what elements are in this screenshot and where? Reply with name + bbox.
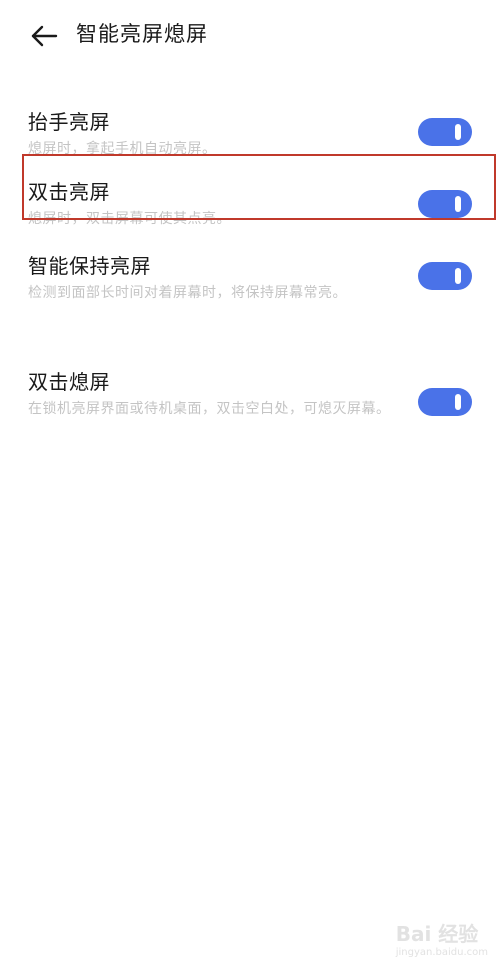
- toggle-smart-stay-awake[interactable]: [418, 262, 472, 290]
- setting-double-tap-wake: 双击亮屏 熄屏时，双击屏幕可使其点亮。: [0, 178, 500, 238]
- toggle-knob: [455, 268, 461, 284]
- watermark: Bai 经验 jingyan.baidu.com: [396, 918, 488, 958]
- setting-double-tap-sleep: 双击熄屏 在锁机亮屏界面或待机桌面，双击空白处，可熄灭屏幕。: [0, 368, 500, 448]
- toggle-raise-to-wake[interactable]: [418, 118, 472, 146]
- setting-raise-to-wake: 抬手亮屏 熄屏时，拿起手机自动亮屏。: [0, 108, 500, 168]
- watermark-main: Bai 经验: [395, 922, 479, 946]
- toggle-knob: [455, 124, 461, 140]
- setting-description: 熄屏时，拿起手机自动亮屏。: [28, 141, 217, 157]
- setting-description: 在锁机亮屏界面或待机桌面，双击空白处，可熄灭屏幕。: [28, 401, 391, 417]
- back-arrow-icon[interactable]: [28, 20, 60, 52]
- header: 智能亮屏熄屏: [0, 0, 500, 70]
- toggle-knob: [455, 196, 461, 212]
- setting-title: 双击亮屏: [28, 180, 110, 204]
- setting-description: 检测到面部长时间对着屏幕时，将保持屏幕常亮。: [28, 285, 347, 301]
- setting-smart-stay-awake: 智能保持亮屏 检测到面部长时间对着屏幕时，将保持屏幕常亮。: [0, 252, 500, 312]
- toggle-knob: [455, 394, 461, 410]
- watermark-sub: jingyan.baidu.com: [395, 947, 488, 958]
- setting-title: 智能保持亮屏: [28, 254, 151, 278]
- setting-title: 抬手亮屏: [28, 110, 110, 134]
- page-title: 智能亮屏熄屏: [76, 22, 208, 46]
- toggle-double-tap-sleep[interactable]: [418, 388, 472, 416]
- setting-description: 熄屏时，双击屏幕可使其点亮。: [28, 211, 231, 227]
- toggle-double-tap-wake[interactable]: [418, 190, 472, 218]
- setting-title: 双击熄屏: [28, 370, 110, 394]
